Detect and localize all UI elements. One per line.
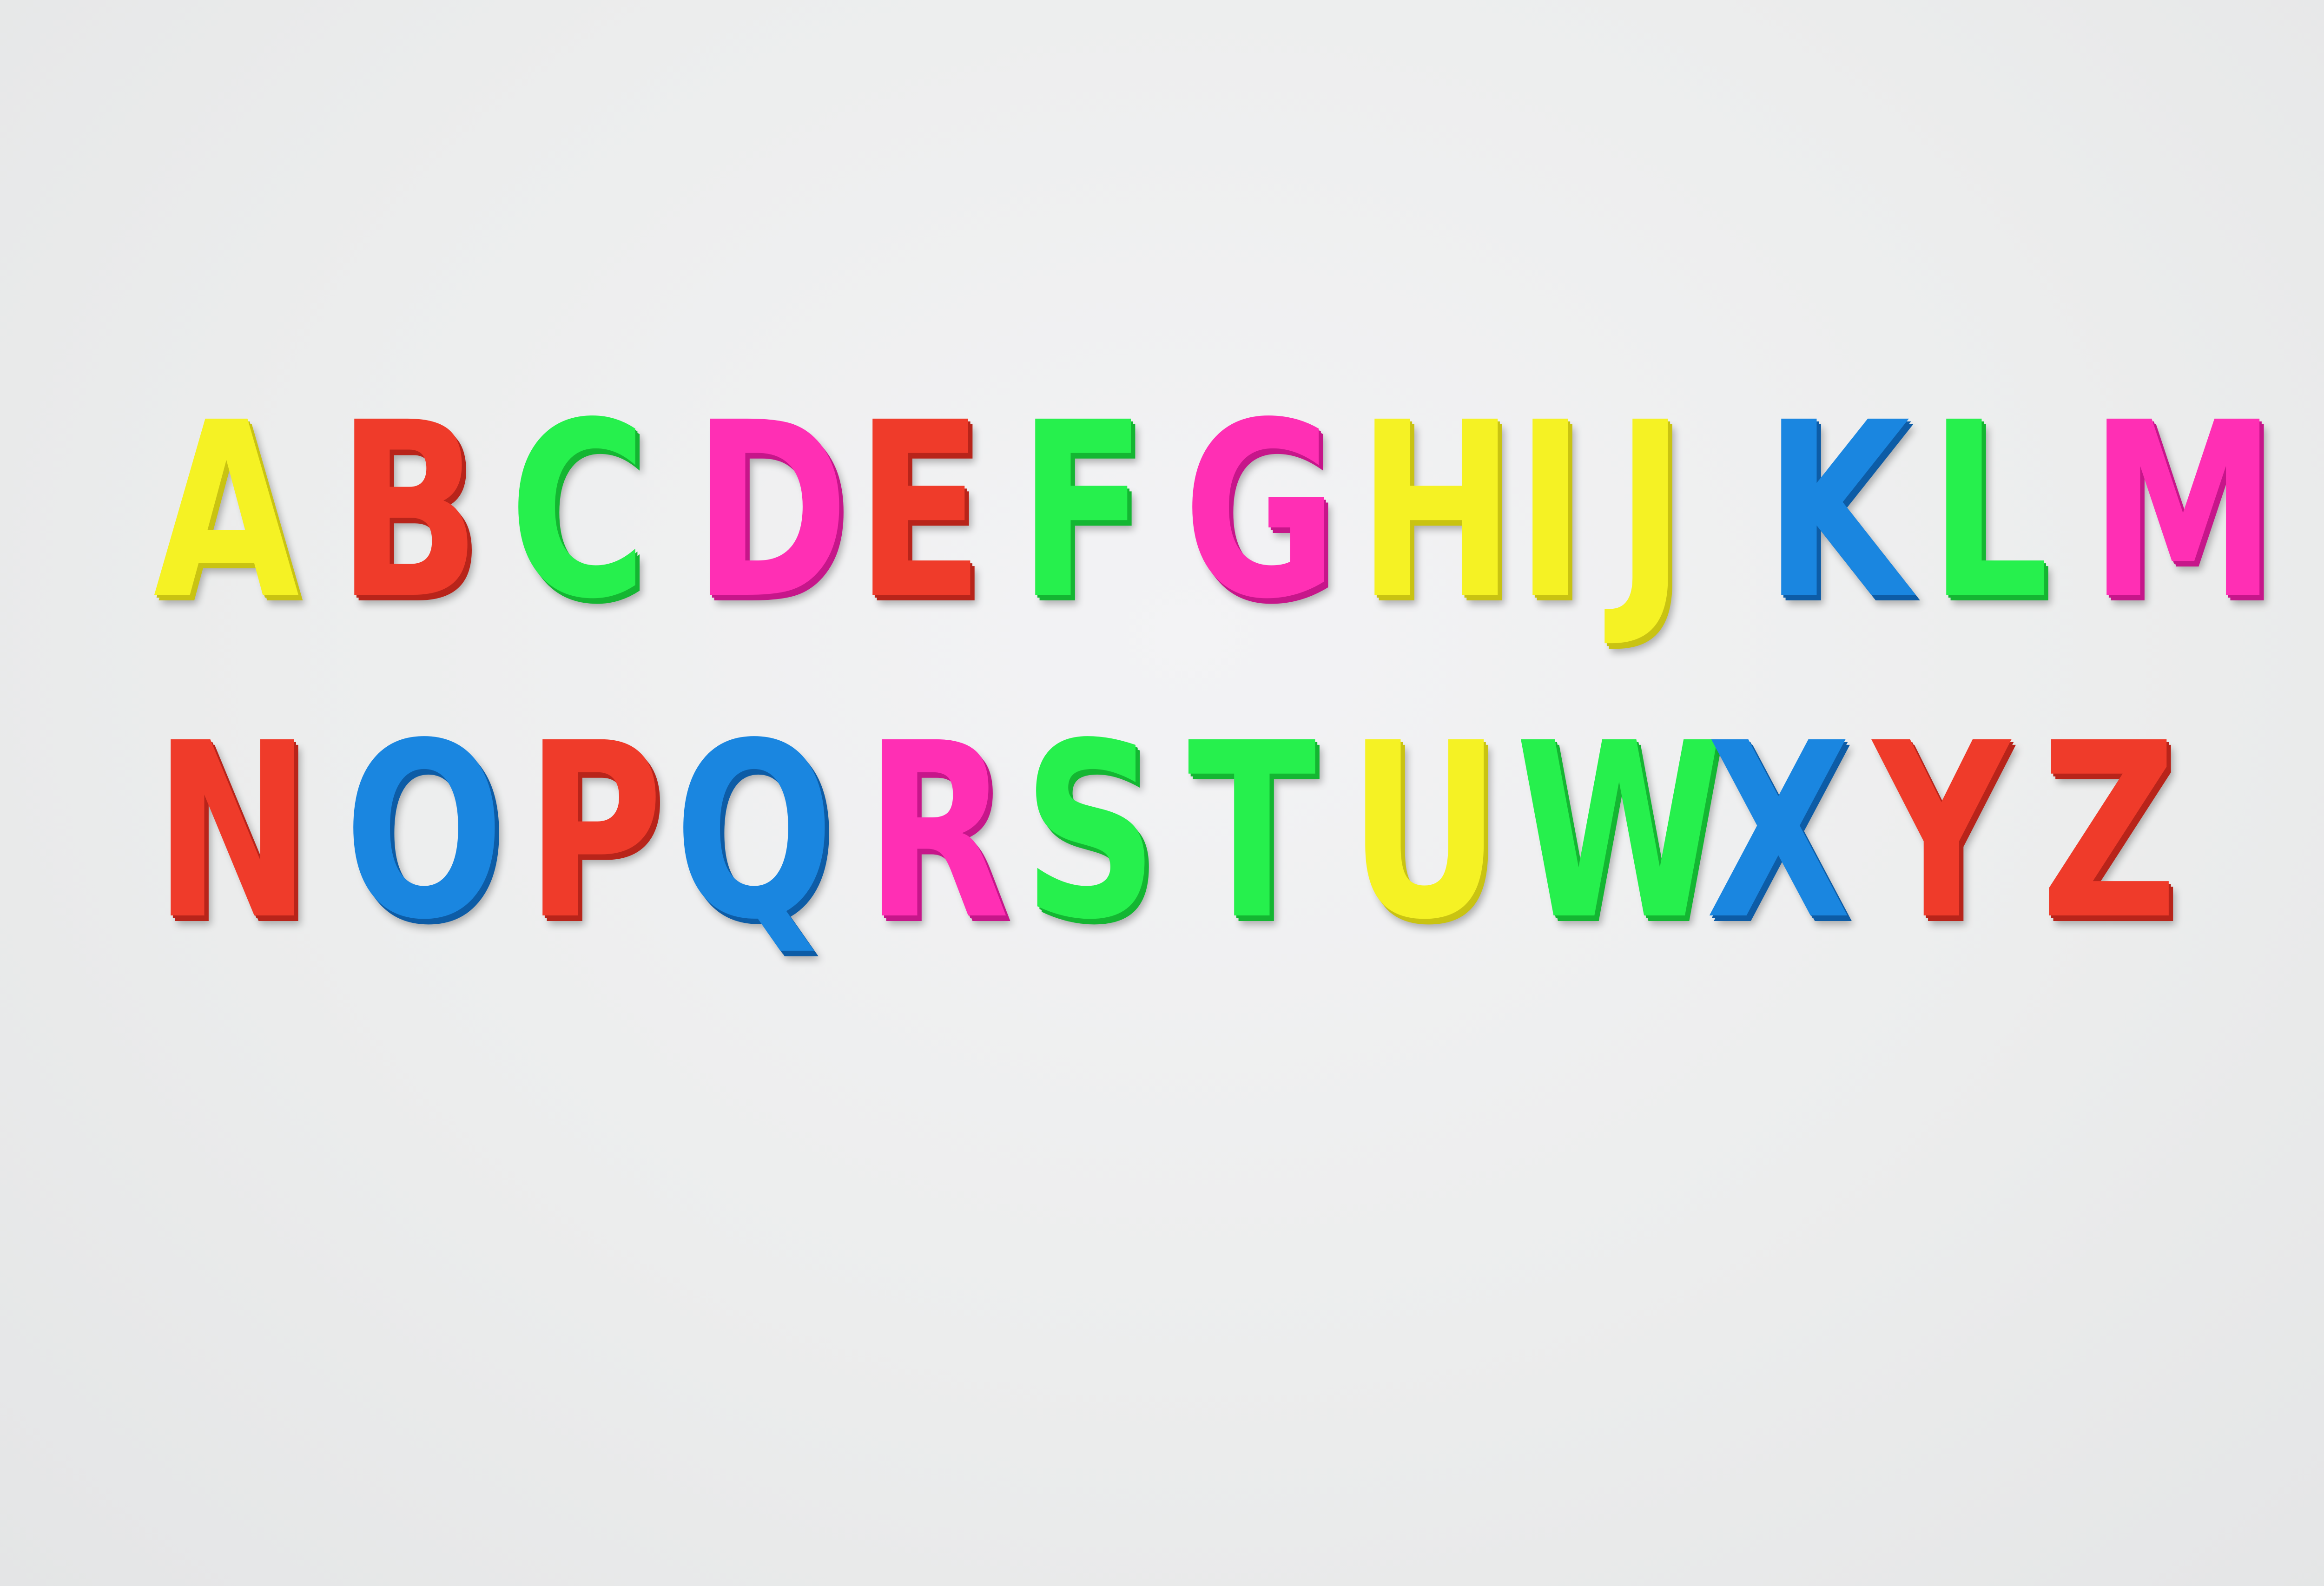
magnet-letter-slot: H	[1357, 390, 1515, 651]
magnet-letter-slot: N	[153, 711, 344, 971]
magnet-letter-n: N	[153, 691, 311, 973]
magnet-letter-g: G	[1183, 370, 1338, 652]
magnet-letter-u: U	[1348, 691, 1501, 973]
magnet-letter-w: W	[1515, 691, 1723, 973]
magnet-letter-slot: L	[1929, 390, 2089, 651]
magnet-letter-slot: C	[509, 390, 693, 651]
magnet-letter-t: T	[1188, 691, 1316, 973]
magnet-letter-e: E	[855, 370, 984, 652]
letter-row-top: ABCDEFGHIJKLM	[153, 390, 2277, 651]
magnet-letter-s: S	[1023, 691, 1159, 973]
magnet-letter-slot: S	[1023, 711, 1188, 971]
magnet-letter-i: I	[1515, 370, 1585, 652]
magnet-letter-q: Q	[674, 691, 834, 973]
magnet-letter-slot: P	[525, 711, 674, 971]
magnet-letter-slot: I	[1515, 390, 1615, 651]
magnet-letter-slot: F	[1018, 390, 1183, 651]
magnet-letter-slot: Z	[2040, 711, 2208, 971]
magnet-letter-slot: E	[855, 390, 1018, 651]
magnet-letter-m: M	[2089, 370, 2277, 652]
magnet-letter-k: K	[1764, 370, 1910, 652]
magnet-letter-slot: D	[693, 390, 855, 651]
magnet-letter-slot: T	[1188, 711, 1348, 971]
magnet-letter-p: P	[525, 691, 664, 973]
magnet-letter-slot: K	[1764, 390, 1929, 651]
magnet-letter-slot: R	[865, 711, 1023, 971]
magnet-letter-f: F	[1018, 370, 1147, 652]
magnet-letter-y: Y	[1873, 691, 2010, 973]
magnet-letter-j: J	[1615, 370, 1685, 652]
magnet-letter-slot: U	[1348, 711, 1515, 971]
magnet-letter-slot: X	[1706, 711, 1873, 971]
magnet-letter-slot: Y	[1873, 711, 2040, 971]
magnet-letter-o: O	[344, 691, 504, 973]
photo-scene: ABCDEFGHIJKLM NOPQRSTUWXYZ	[0, 0, 2324, 1586]
magnet-letter-slot: B	[337, 390, 509, 651]
magnet-letter-slot: W	[1515, 711, 1723, 971]
magnet-letter-r: R	[865, 691, 1010, 973]
magnet-letter-slot: J	[1615, 390, 1764, 651]
magnet-letter-b: B	[337, 370, 481, 652]
magnet-letter-x: X	[1706, 691, 1851, 973]
magnet-letter-slot: Q	[674, 711, 865, 971]
magnet-letter-slot: A	[153, 390, 337, 651]
magnet-letter-d: D	[693, 370, 849, 652]
magnet-letter-slot: G	[1183, 390, 1357, 651]
magnet-letter-c: C	[509, 370, 647, 652]
magnet-letter-a: A	[153, 370, 299, 652]
magnet-letter-slot: O	[344, 711, 525, 971]
letter-row-bottom: NOPQRSTUWXYZ	[153, 711, 2208, 971]
magnet-letter-h: H	[1357, 370, 1515, 652]
magnet-letter-l: L	[1929, 370, 2049, 652]
magnet-letter-z: Z	[2040, 691, 2178, 973]
magnet-letter-slot: M	[2089, 390, 2277, 651]
